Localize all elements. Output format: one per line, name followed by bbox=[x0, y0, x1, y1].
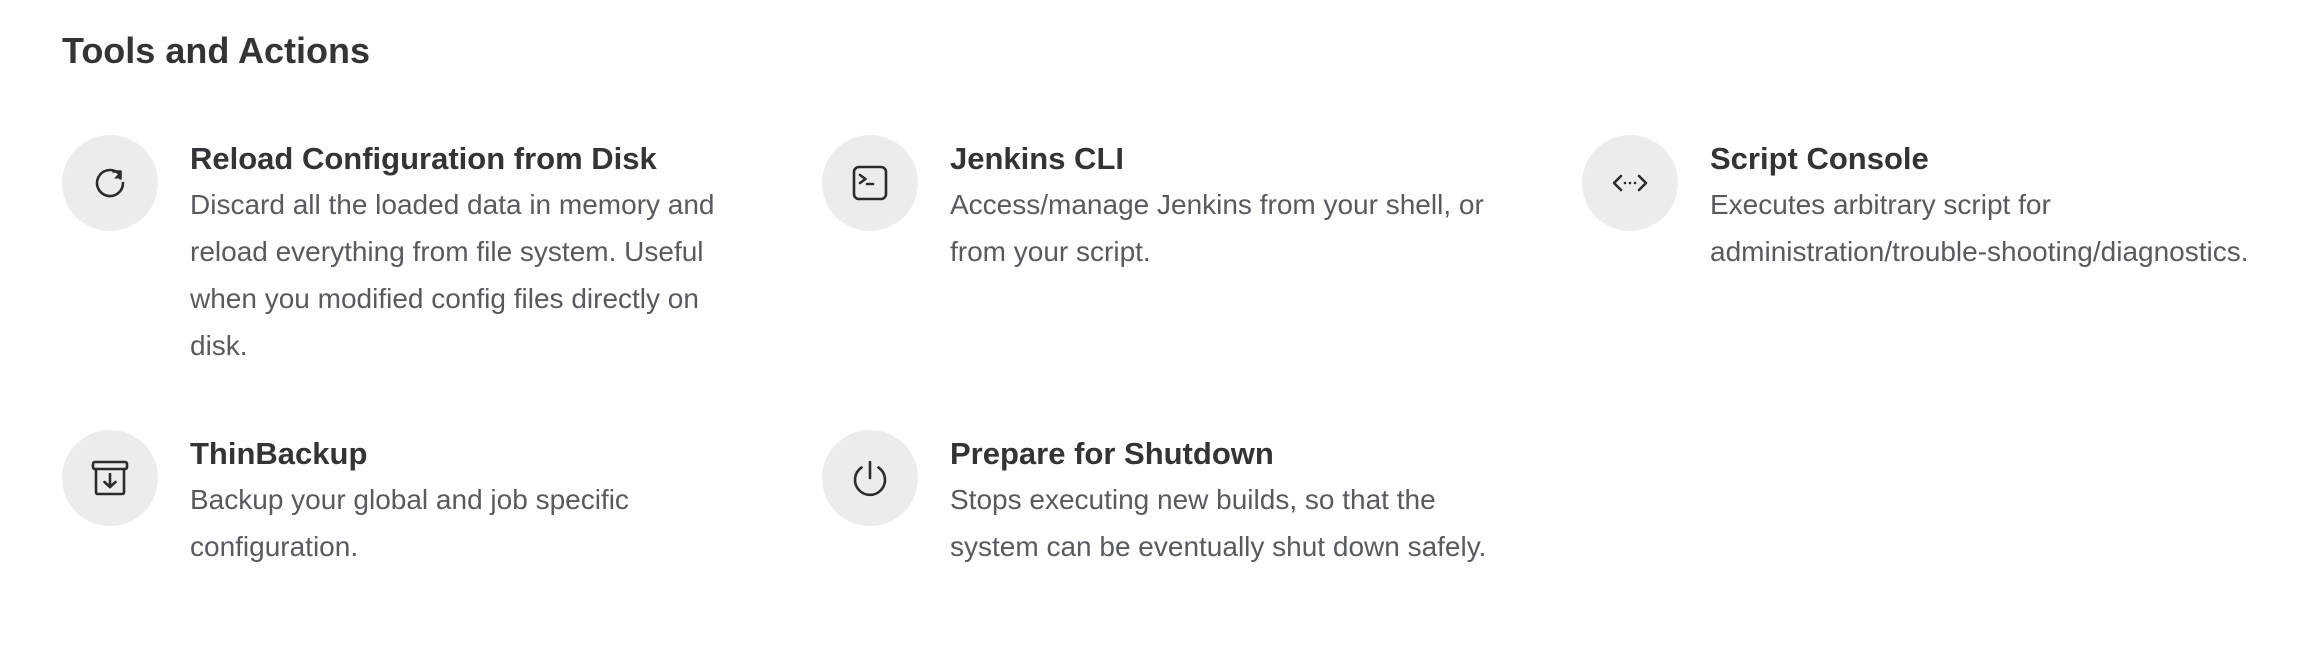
reload-icon bbox=[62, 135, 158, 231]
item-description: Stops executing new builds, so that the … bbox=[950, 484, 1487, 563]
power-icon bbox=[822, 430, 918, 526]
tools-and-actions-section: Tools and Actions Reload Configuration f… bbox=[0, 0, 2324, 662]
item-title: Reload Configuration from Disk bbox=[190, 141, 657, 176]
terminal-icon bbox=[822, 135, 918, 231]
reload-configuration-item[interactable]: Reload Configuration from Disk Discard a… bbox=[62, 135, 822, 430]
item-title: Jenkins CLI bbox=[950, 141, 1124, 176]
item-title: Script Console bbox=[1710, 141, 1929, 176]
thinbackup-item[interactable]: ThinBackup Backup your global and job sp… bbox=[62, 430, 822, 590]
archive-download-icon bbox=[62, 430, 158, 526]
item-description: Backup your global and job specific conf… bbox=[190, 484, 629, 563]
item-description: Executes arbitrary script for administra… bbox=[1710, 189, 2249, 268]
prepare-for-shutdown-item[interactable]: Prepare for Shutdown Stops executing new… bbox=[822, 430, 1582, 590]
script-console-item[interactable]: Script Console Executes arbitrary script… bbox=[1582, 135, 2324, 430]
tools-grid: Reload Configuration from Disk Discard a… bbox=[62, 135, 2324, 590]
item-title: Prepare for Shutdown bbox=[950, 436, 1274, 471]
item-description: Access/manage Jenkins from your shell, o… bbox=[950, 189, 1484, 268]
item-title: ThinBackup bbox=[190, 436, 368, 471]
section-title: Tools and Actions bbox=[62, 30, 371, 71]
item-description: Discard all the loaded data in memory an… bbox=[190, 189, 715, 362]
jenkins-cli-item[interactable]: Jenkins CLI Access/manage Jenkins from y… bbox=[822, 135, 1582, 430]
code-icon bbox=[1582, 135, 1678, 231]
